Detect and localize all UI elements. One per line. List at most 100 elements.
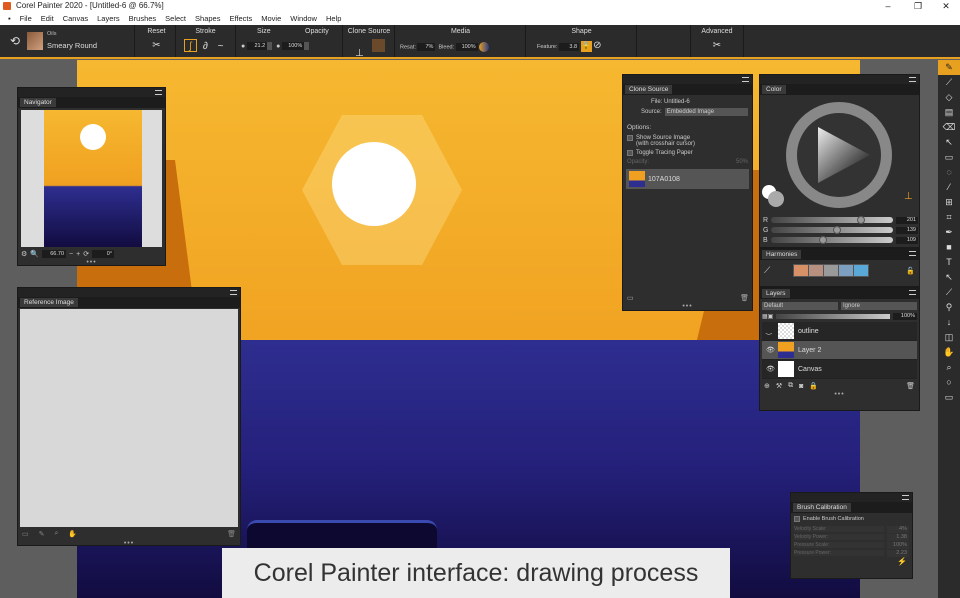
bleed-field[interactable]: 100% <box>455 43 478 51</box>
harmony-rule-icon[interactable]: ⟋ <box>764 265 770 276</box>
menu-window[interactable]: Window <box>290 12 317 25</box>
calibration-icon[interactable]: ⚡ <box>791 557 912 566</box>
gradient-tool-icon[interactable]: ▤ <box>938 105 960 120</box>
menu-canvas[interactable]: Canvas <box>63 12 88 25</box>
r-value[interactable]: 201 <box>896 216 918 224</box>
g-value[interactable]: 139 <box>896 226 918 234</box>
tab-navigator[interactable]: Navigator <box>20 98 56 107</box>
visibility-icon[interactable]: 👁 <box>766 365 775 373</box>
menu-help[interactable]: Help <box>326 12 341 25</box>
close-button[interactable]: ✕ <box>934 0 958 12</box>
pen-icon[interactable]: ✒ <box>938 225 960 240</box>
brush-tool-icon[interactable]: ✎ <box>938 60 960 75</box>
tab-harmonies[interactable]: Harmonies <box>762 250 802 259</box>
stroke-option-icon[interactable]: ~ <box>214 40 227 53</box>
reset-tool-icon[interactable]: ⟲ <box>10 34 20 48</box>
clone-stamp-icon[interactable]: ⊥ <box>353 47 366 60</box>
panel-menu-icon[interactable] <box>155 90 162 95</box>
eraser-icon[interactable]: ⌫ <box>938 120 960 135</box>
g-slider-knob[interactable] <box>833 226 842 234</box>
panel-grip[interactable]: ••• <box>18 259 165 266</box>
panel-grip[interactable]: ••• <box>623 303 752 310</box>
panel-menu-icon[interactable] <box>902 495 909 500</box>
menu-layers[interactable]: Layers <box>97 12 120 25</box>
dynamic-plugins-icon[interactable]: ⚒ <box>776 382 782 390</box>
clone-color-icon[interactable]: ⊥ <box>904 191 913 202</box>
menu-effects[interactable]: Effects <box>229 12 252 25</box>
straight-stroke-icon[interactable]: ∂ <box>199 40 212 53</box>
brush-selector[interactable]: ⟲ Oils Smeary Round <box>0 25 135 57</box>
magnifier-icon[interactable]: ⌕ <box>938 360 960 375</box>
shape-icon[interactable]: ■ <box>938 240 960 255</box>
shape-selection-icon[interactable]: ↖ <box>938 270 960 285</box>
reset-brush-icon[interactable]: ✂ <box>150 39 163 52</box>
paint-bucket-icon[interactable]: ◇ <box>938 90 960 105</box>
source-dropdown[interactable]: Embedded Image <box>664 108 748 116</box>
advanced-settings-icon[interactable]: ✂ <box>711 39 724 52</box>
clone-source-image[interactable] <box>372 39 385 52</box>
visibility-icon[interactable]: ‿ <box>766 327 774 335</box>
tab-layers[interactable]: Layers <box>762 289 790 298</box>
visibility-icon[interactable]: 👁 <box>766 346 775 354</box>
tab-color[interactable]: Color <box>762 85 786 94</box>
b-slider[interactable] <box>770 236 893 244</box>
open-icon[interactable]: ▭ <box>627 294 634 302</box>
trash-icon[interactable]: 🗑 <box>740 294 749 302</box>
rotation-field[interactable]: 0° <box>92 250 115 258</box>
opacity-dropdown[interactable] <box>304 42 310 50</box>
screen-mode-icon[interactable]: ▭ <box>938 390 960 405</box>
harmony-swatch[interactable] <box>839 265 854 276</box>
eyedropper-icon[interactable]: ✎ <box>39 530 45 538</box>
hue-ring[interactable] <box>786 102 892 208</box>
text-icon[interactable]: T <box>938 255 960 270</box>
g-slider[interactable] <box>771 226 893 234</box>
r-slider-knob[interactable] <box>857 216 866 224</box>
panel-menu-icon[interactable] <box>909 77 916 82</box>
minimize-button[interactable]: – <box>876 0 900 12</box>
rubber-stamp-icon[interactable]: ⚲ <box>938 300 960 315</box>
layer-row[interactable]: 👁 Layer 2 <box>762 341 917 360</box>
panel-menu-icon[interactable] <box>909 251 916 256</box>
calibration-value[interactable]: 2.23 <box>887 549 909 557</box>
tracing-opacity-value[interactable]: 50% <box>736 159 748 165</box>
dropper-tool-icon[interactable]: ⟋ <box>938 75 960 90</box>
b-value[interactable]: 109 <box>896 236 918 244</box>
zoom-icon[interactable]: ⌕ <box>55 530 59 538</box>
layer-row[interactable]: ‿ outline <box>762 322 917 341</box>
open-icon[interactable]: ▭ <box>22 530 29 538</box>
harmony-swatch[interactable] <box>824 265 839 276</box>
feature-field[interactable]: 3.8 <box>559 42 580 51</box>
toggle-tracing-checkbox[interactable] <box>627 150 633 156</box>
freehand-stroke-icon[interactable]: ʃ <box>184 39 197 52</box>
lock-layer-icon[interactable]: 🔒 <box>809 382 818 390</box>
clone-source-item[interactable]: 107A0108 <box>626 169 749 189</box>
transform-icon[interactable]: ⊞ <box>938 195 960 210</box>
grabber-icon[interactable]: ✋ <box>938 345 960 360</box>
lock-icon[interactable]: 🔒 <box>580 41 592 53</box>
zoom-out-icon[interactable]: − <box>69 251 73 258</box>
magic-wand-icon[interactable]: ⁄ <box>938 180 960 195</box>
size-dropdown[interactable] <box>267 42 273 50</box>
r-slider[interactable] <box>771 216 893 224</box>
menu-edit[interactable]: Edit <box>41 12 54 25</box>
menu-movie[interactable]: Movie <box>261 12 281 25</box>
mask-icon[interactable]: ◙ <box>799 383 803 390</box>
maximize-button[interactable]: ❐ <box>906 0 930 12</box>
calibration-value[interactable]: 100% <box>887 541 909 549</box>
navigator-preview[interactable] <box>21 110 162 247</box>
panel-menu-icon[interactable] <box>230 290 237 295</box>
b-slider-knob[interactable] <box>819 236 828 244</box>
saturation-triangle[interactable] <box>818 127 870 183</box>
new-layer-icon[interactable]: ⧉ <box>788 382 793 390</box>
menu-shapes[interactable]: Shapes <box>195 12 220 25</box>
cloner-icon[interactable]: ⟋ <box>938 285 960 300</box>
trash-icon[interactable]: 🗑 <box>227 530 236 538</box>
calibration-value[interactable]: 4% <box>887 525 909 533</box>
reference-image-area[interactable] <box>20 309 238 527</box>
resat-field[interactable]: 7% <box>417 43 436 51</box>
layer-commands-icon[interactable]: ⊕ <box>764 382 770 390</box>
composite-method-dropdown[interactable]: Default <box>762 302 838 310</box>
rotate-icon[interactable]: ⟳ <box>83 250 89 258</box>
trash-icon[interactable]: 🗑 <box>906 382 915 390</box>
layer-opacity-slider[interactable] <box>776 314 890 319</box>
